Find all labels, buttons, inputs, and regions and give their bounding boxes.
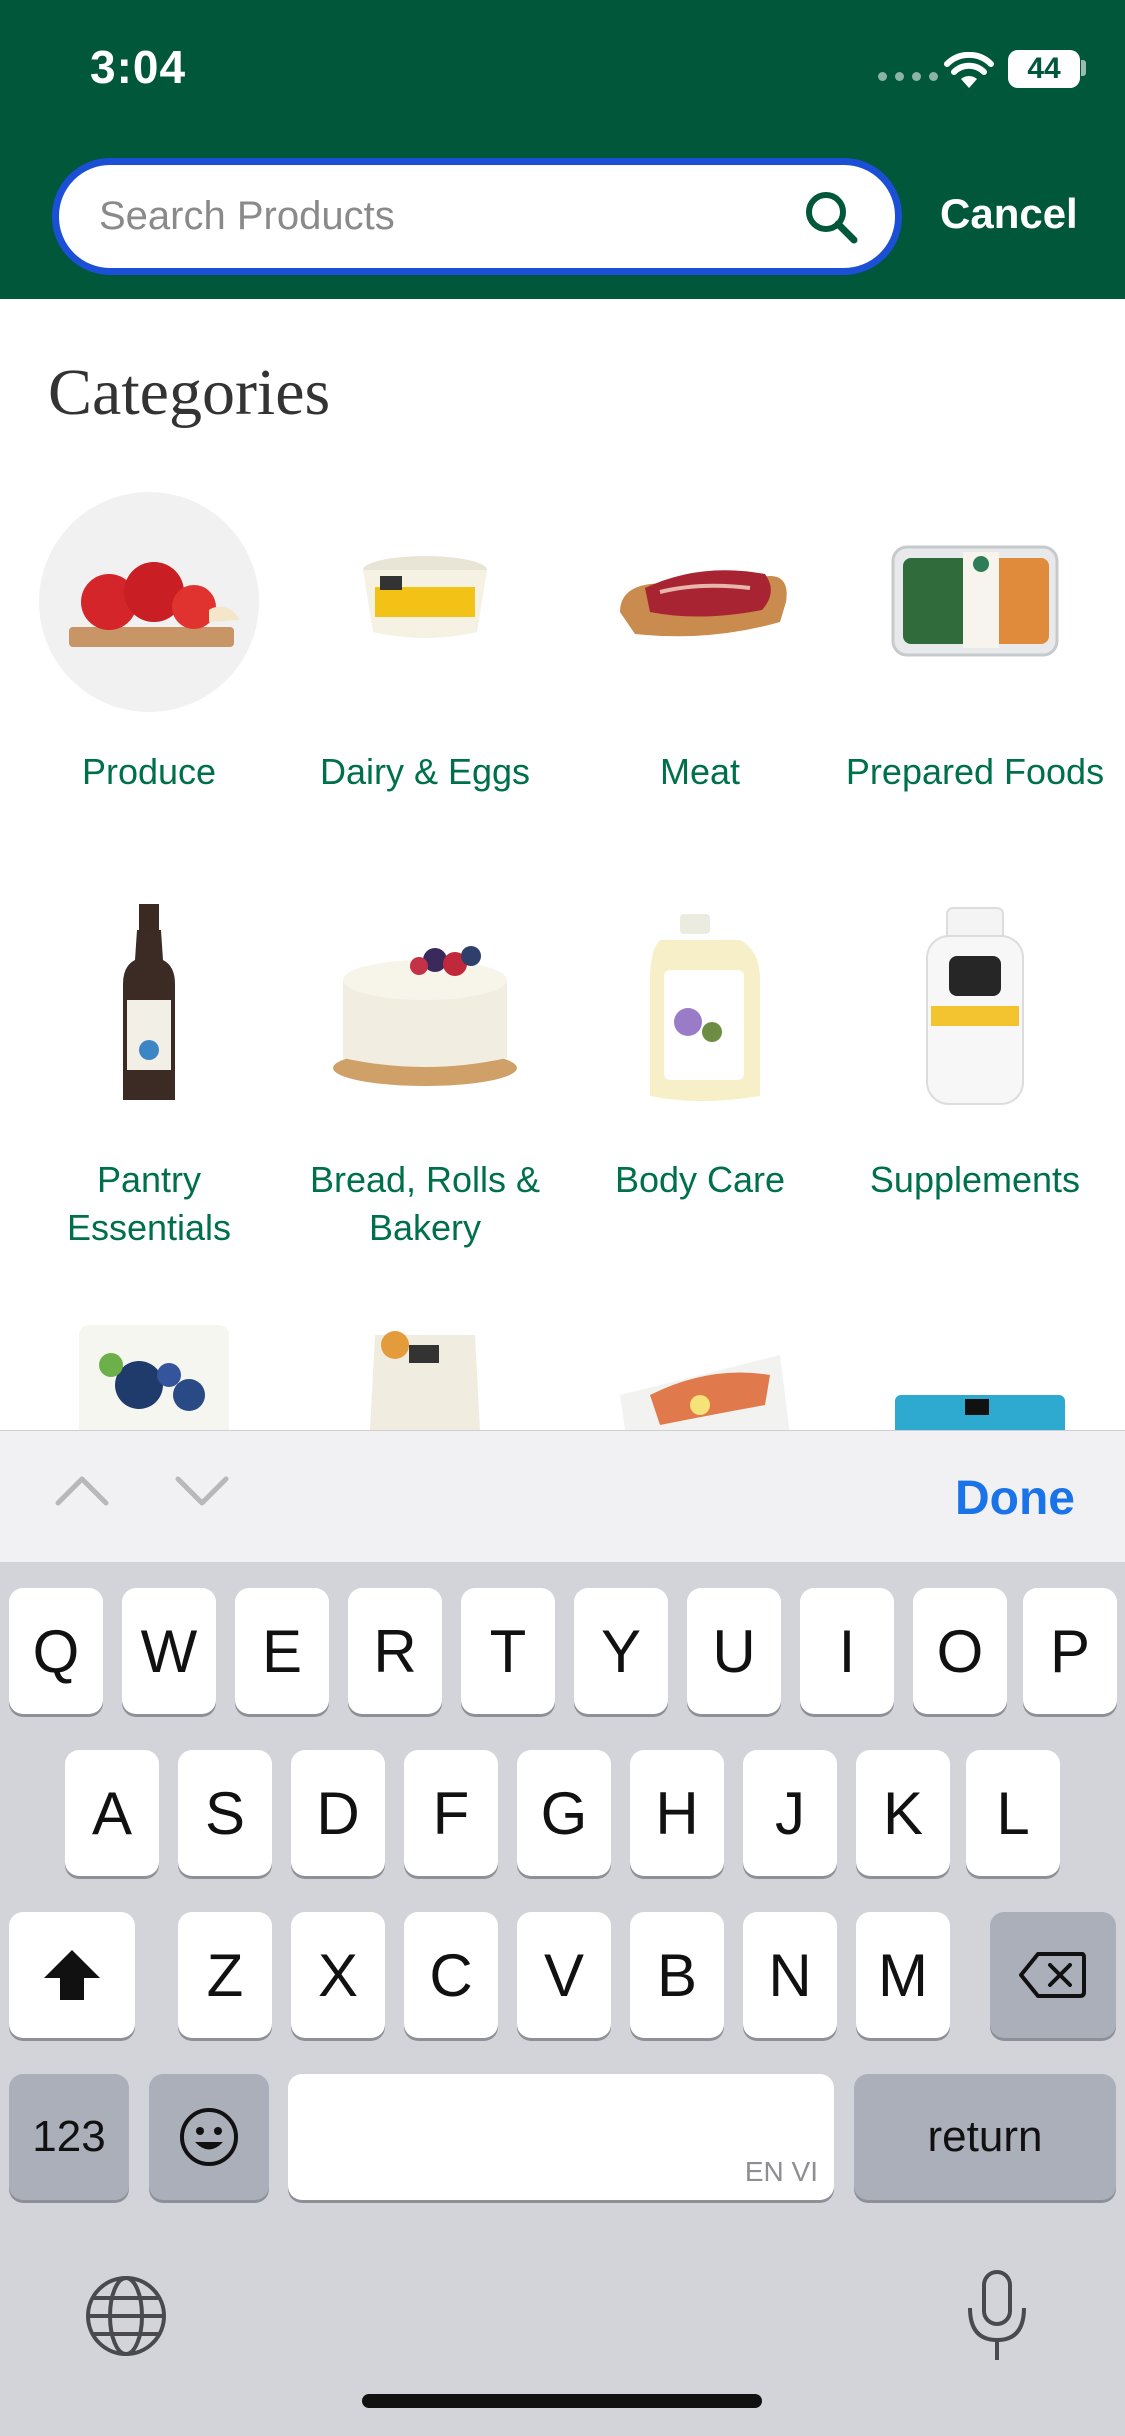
key-p[interactable]: P xyxy=(1023,1588,1117,1714)
cancel-button[interactable]: Cancel xyxy=(940,190,1078,238)
battery-tip xyxy=(1081,60,1086,76)
chevron-down-icon[interactable] xyxy=(174,1471,230,1511)
done-button[interactable]: Done xyxy=(955,1471,1075,1526)
steak-icon xyxy=(590,492,810,712)
key-s[interactable]: S xyxy=(178,1750,272,1876)
shift-key[interactable] xyxy=(9,1912,135,2038)
category-label: Bread, Rolls & Bakery xyxy=(309,1159,541,1248)
category-label: Dairy & Eggs xyxy=(319,751,531,792)
olive-oil-icon xyxy=(39,900,259,1120)
soap-jug-icon xyxy=(590,900,810,1120)
key-z[interactable]: Z xyxy=(178,1912,272,2038)
numbers-key[interactable]: 123 xyxy=(9,2074,129,2200)
key-g[interactable]: G xyxy=(517,1750,611,1876)
key-j[interactable]: J xyxy=(743,1750,837,1876)
key-h[interactable]: H xyxy=(630,1750,724,1876)
category-body-care[interactable]: Body Care xyxy=(570,900,830,1204)
parmesan-tub-icon xyxy=(315,492,535,712)
key-r[interactable]: R xyxy=(348,1588,442,1714)
cake-icon xyxy=(315,900,535,1120)
emoji-key[interactable] xyxy=(149,2074,269,2200)
shift-icon xyxy=(44,1950,100,2000)
key-l[interactable]: L xyxy=(966,1750,1060,1876)
key-f[interactable]: F xyxy=(404,1750,498,1876)
category-supplements[interactable]: Supplements xyxy=(845,900,1105,1204)
key-m[interactable]: M xyxy=(856,1912,950,2038)
emoji-icon xyxy=(180,2108,238,2166)
delete-key[interactable] xyxy=(990,1912,1116,2038)
chevron-up-icon[interactable] xyxy=(54,1471,110,1511)
search-icon[interactable] xyxy=(801,187,861,247)
key-b[interactable]: B xyxy=(630,1912,724,2038)
category-label: Prepared Foods xyxy=(845,751,1105,792)
category-label: Produce xyxy=(81,751,217,792)
key-u[interactable]: U xyxy=(687,1588,781,1714)
key-a[interactable]: A xyxy=(65,1750,159,1876)
language-hint: EN VI xyxy=(744,2156,818,2187)
key-o[interactable]: O xyxy=(913,1588,1007,1714)
home-indicator xyxy=(362,2394,762,2408)
signal-icon xyxy=(878,72,938,81)
backspace-icon xyxy=(1019,1952,1086,1998)
key-k[interactable]: K xyxy=(856,1750,950,1876)
key-q[interactable]: Q xyxy=(9,1588,103,1714)
keyboard: Q W E R T Y U I O P A S D F G H J K L Z … xyxy=(0,1562,1125,2436)
key-e[interactable]: E xyxy=(235,1588,329,1714)
key-d[interactable]: D xyxy=(291,1750,385,1876)
microphone-icon[interactable] xyxy=(962,2268,1032,2364)
key-x[interactable]: X xyxy=(291,1912,385,2038)
wifi-icon xyxy=(944,52,994,88)
category-label: Meat xyxy=(659,751,741,792)
key-t[interactable]: T xyxy=(461,1588,555,1714)
app-header: 3:04 44 Cancel xyxy=(0,0,1125,299)
return-key[interactable]: return xyxy=(854,2074,1116,2200)
key-w[interactable]: W xyxy=(122,1588,216,1714)
category-pantry-essentials[interactable]: Pantry Essentials xyxy=(19,900,279,1252)
key-n[interactable]: N xyxy=(743,1912,837,2038)
search-field[interactable] xyxy=(52,158,902,275)
category-label: Body Care xyxy=(614,1159,786,1200)
vitamin-bottle-icon xyxy=(865,900,1085,1120)
battery-icon: 44 xyxy=(1008,50,1080,88)
category-label: Pantry Essentials xyxy=(66,1159,232,1248)
keyboard-accessory-bar: Done xyxy=(0,1430,1125,1562)
key-i[interactable]: I xyxy=(800,1588,894,1714)
category-meat[interactable]: Meat xyxy=(570,492,830,796)
space-key[interactable]: EN VI xyxy=(288,2074,834,2200)
category-bread-bakery[interactable]: Bread, Rolls & Bakery xyxy=(295,900,555,1252)
category-prepared-foods[interactable]: Prepared Foods xyxy=(845,492,1105,796)
status-time: 3:04 xyxy=(90,41,187,93)
key-c[interactable]: C xyxy=(404,1912,498,2038)
page-title: Categories xyxy=(48,356,331,429)
globe-icon[interactable] xyxy=(84,2274,168,2358)
category-label: Supplements xyxy=(869,1159,1081,1200)
prepared-meal-icon xyxy=(865,492,1085,712)
key-y[interactable]: Y xyxy=(574,1588,668,1714)
search-input[interactable] xyxy=(99,165,779,268)
category-dairy-eggs[interactable]: Dairy & Eggs xyxy=(295,492,555,796)
key-v[interactable]: V xyxy=(517,1912,611,2038)
category-produce[interactable]: Produce xyxy=(19,492,279,796)
apples-icon xyxy=(39,492,259,712)
